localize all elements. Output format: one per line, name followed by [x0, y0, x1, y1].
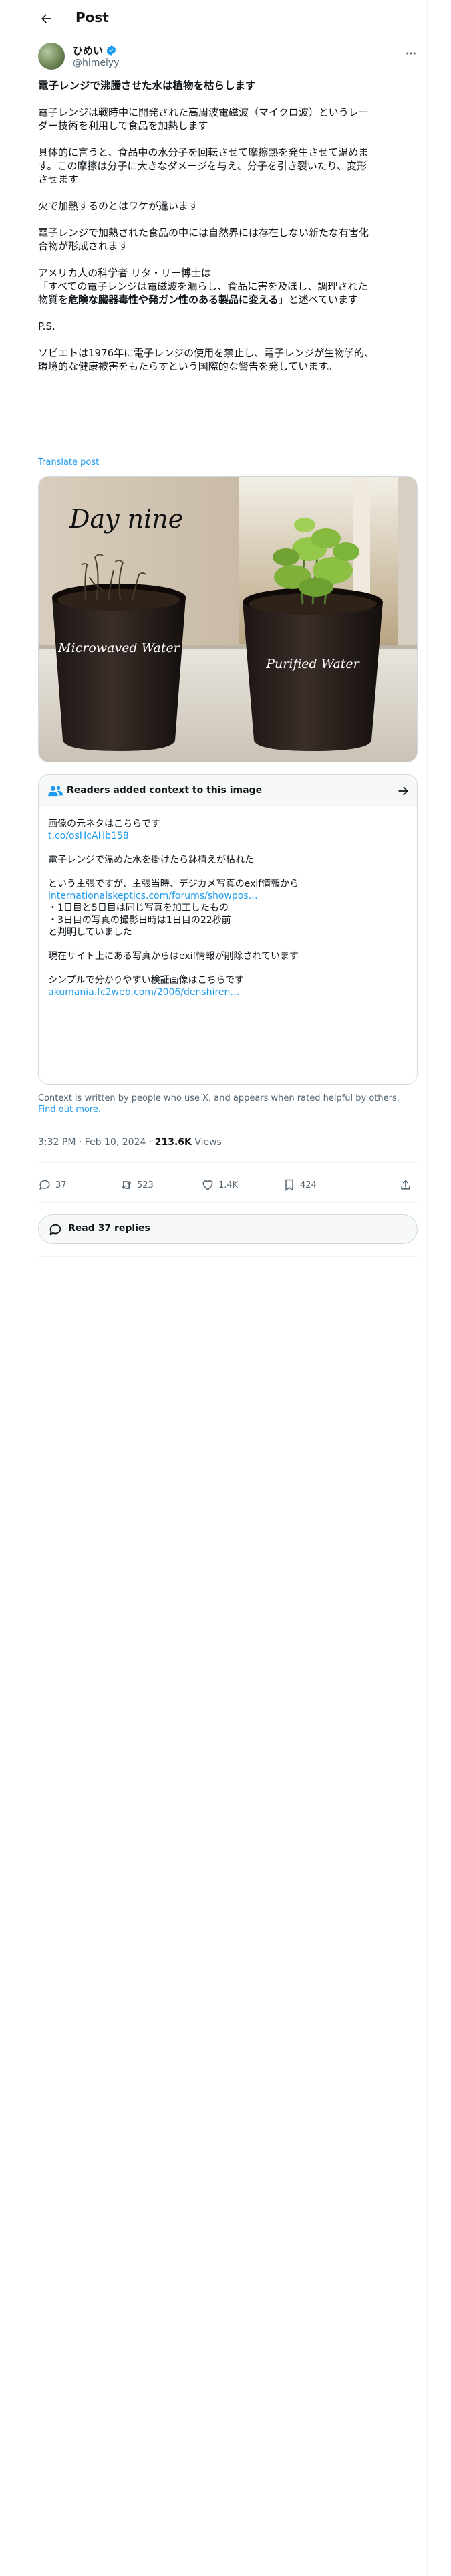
avatar[interactable] [38, 43, 65, 70]
share-button[interactable] [399, 1178, 412, 1192]
tweet-line: す。この摩擦は分子に大きなダメージを与え、分子を引き裂いたり、変形 [38, 160, 367, 172]
tweet-line: P.S. [38, 320, 55, 332]
tweet-line: 環境的な健康被害をもたらすという国際的な警告を発しています。 [38, 360, 337, 372]
note-line: 現在サイト上にある写真からはexif情報が削除されています [48, 951, 299, 962]
right-pot-label: Purified Water [265, 657, 360, 671]
author-name[interactable]: ひめい [73, 43, 103, 58]
note-line: ・3日目の写真の撮影日時は1日目の22秒前 [48, 915, 231, 926]
tweet-line: 「すべての電子レンジは電磁波を漏らし、食品に害を及ぼし、調理された [38, 280, 368, 292]
community-note: Readers added context to this image 画像の元… [38, 774, 418, 1085]
reply-button[interactable]: 37 [38, 1178, 67, 1192]
tweet-line: 物質を危険な臓器毒性や発ガン性のある製品に変える」と述べています [38, 293, 418, 306]
tweet-line: アメリカ人の科学者 リタ・リー博士は [38, 267, 212, 279]
author-name-row: ひめい [73, 43, 117, 58]
author-handle[interactable]: @himeiyy [73, 58, 119, 68]
tweet-line-end: 」と述べています [278, 294, 358, 306]
photo-illustration: Day nine Microwaved Water Purified Water [39, 477, 417, 762]
page: Post ひめい @himeiyy 電子レンジで沸騰させた水は植物を枯らします … [0, 0, 451, 2576]
heart-icon [202, 1180, 213, 1190]
repost-icon [121, 1181, 132, 1189]
arrow-right-icon[interactable] [397, 784, 410, 798]
note-line: と判明していました [48, 927, 132, 938]
photo-handwritten-caption: Day nine [69, 504, 183, 534]
note-link[interactable]: akumania.fc2web.com/2006/denshiren… [48, 986, 409, 998]
find-out-more-link[interactable]: Find out more. [38, 1105, 101, 1115]
repost-button[interactable]: 523 [120, 1178, 154, 1192]
action-bar: 37 523 1.4K 424 [38, 1172, 418, 1201]
like-button[interactable]: 1.4K [201, 1178, 238, 1192]
reply-bubble-icon [49, 1224, 61, 1236]
note-link[interactable]: internationalskeptics.com/forums/showpos… [48, 890, 409, 902]
more-options-icon[interactable] [404, 47, 418, 60]
repost-count: 523 [137, 1180, 154, 1190]
read-replies-label: Read 37 replies [68, 1223, 150, 1234]
tweet-line: 電子レンジは戦時中に開発された高周波電磁波（マイクロ波）というレー [38, 106, 369, 118]
note-line: 電子レンジで温めた水を掛けたら鉢植えが枯れた [48, 855, 254, 865]
tweet-line: させます [38, 173, 79, 185]
post-time[interactable]: 3:32 PM [38, 1137, 76, 1148]
community-note-body: 画像の元ネタはこちらです t.co/osHcAHb158 電子レンジで温めた水を… [48, 818, 409, 998]
tweet-line: 火で加熱するのとはワケが違います [38, 200, 199, 212]
post-column: Post ひめい @himeiyy 電子レンジで沸騰させた水は植物を枯らします … [27, 0, 428, 2576]
divider [38, 1256, 418, 1257]
read-replies-button[interactable]: Read 37 replies [38, 1214, 418, 1244]
reply-icon [39, 1180, 50, 1190]
bookmark-icon [285, 1179, 293, 1191]
page-title: Post [76, 9, 109, 25]
author-row: ひめい @himeiyy [38, 43, 418, 72]
tweet-line: ダー技術を利用して食品を加熱します [38, 120, 208, 132]
like-count: 1.4K [218, 1180, 239, 1190]
community-note-title: Readers added context to this image [67, 785, 263, 796]
bookmark-count: 424 [300, 1180, 317, 1190]
post-meta: 3:32 PM · Feb 10, 2024 · 213.6K Views [38, 1137, 222, 1148]
share-icon [401, 1180, 410, 1190]
tweet-photo[interactable]: Day nine Microwaved Water Purified Water [38, 476, 418, 762]
tweet-line: 具体的に言うと、食品中の水分子を回転させて摩擦熱を発生させて温めま [38, 146, 369, 158]
tweet-line-start: 物質を [38, 294, 69, 306]
tweet-title: 電子レンジで沸騰させた水は植物を枯らします [38, 80, 256, 92]
translate-post-link[interactable]: Translate post [38, 457, 99, 467]
community-note-header[interactable]: Readers added context to this image [39, 775, 417, 807]
tweet-text: 電子レンジで沸騰させた水は植物を枯らします 電子レンジは戦時中に開発された高周波… [38, 79, 418, 373]
note-line: ・1日目と5日目は同じ写真を加工したもの [48, 903, 229, 914]
views-label: Views [191, 1137, 222, 1148]
note-link[interactable]: t.co/osHcAHb158 [48, 830, 409, 842]
tweet-line: 電子レンジで加熱された食品の中には自然界には存在しない新たな有害化 [38, 227, 369, 239]
tweet-bold-phrase: 危険な臓器毒性や発ガン性のある製品に変える [68, 294, 279, 306]
top-bar: Post [27, 0, 428, 37]
disclaimer-text: Context is written by people who use X, … [38, 1093, 400, 1103]
note-line: という主張ですが、主張当時、デジカメ写真のexif情報から [48, 879, 299, 889]
left-pot-label: Microwaved Water [57, 641, 181, 655]
community-note-disclaimer: Context is written by people who use X, … [38, 1093, 418, 1115]
tweet-line: 合物が形成されます [38, 240, 129, 252]
verified-badge-icon [106, 45, 117, 56]
divider [38, 1162, 418, 1163]
tweet-line: ソビエトは1976年に電子レンジの使用を禁止し、電子レンジが生物学的、 [38, 347, 375, 359]
divider [38, 1202, 418, 1203]
back-arrow-icon[interactable] [37, 9, 55, 28]
view-count: 213.6K [154, 1137, 192, 1148]
reply-count: 37 [55, 1180, 67, 1190]
note-line: シンプルで分かりやすい検証画像はこちらです [48, 975, 245, 986]
bookmark-button[interactable]: 424 [283, 1178, 317, 1192]
people-icon [48, 786, 63, 797]
post-date[interactable]: Feb 10, 2024 [85, 1137, 146, 1148]
note-line: 画像の元ネタはこちらです [48, 819, 160, 829]
